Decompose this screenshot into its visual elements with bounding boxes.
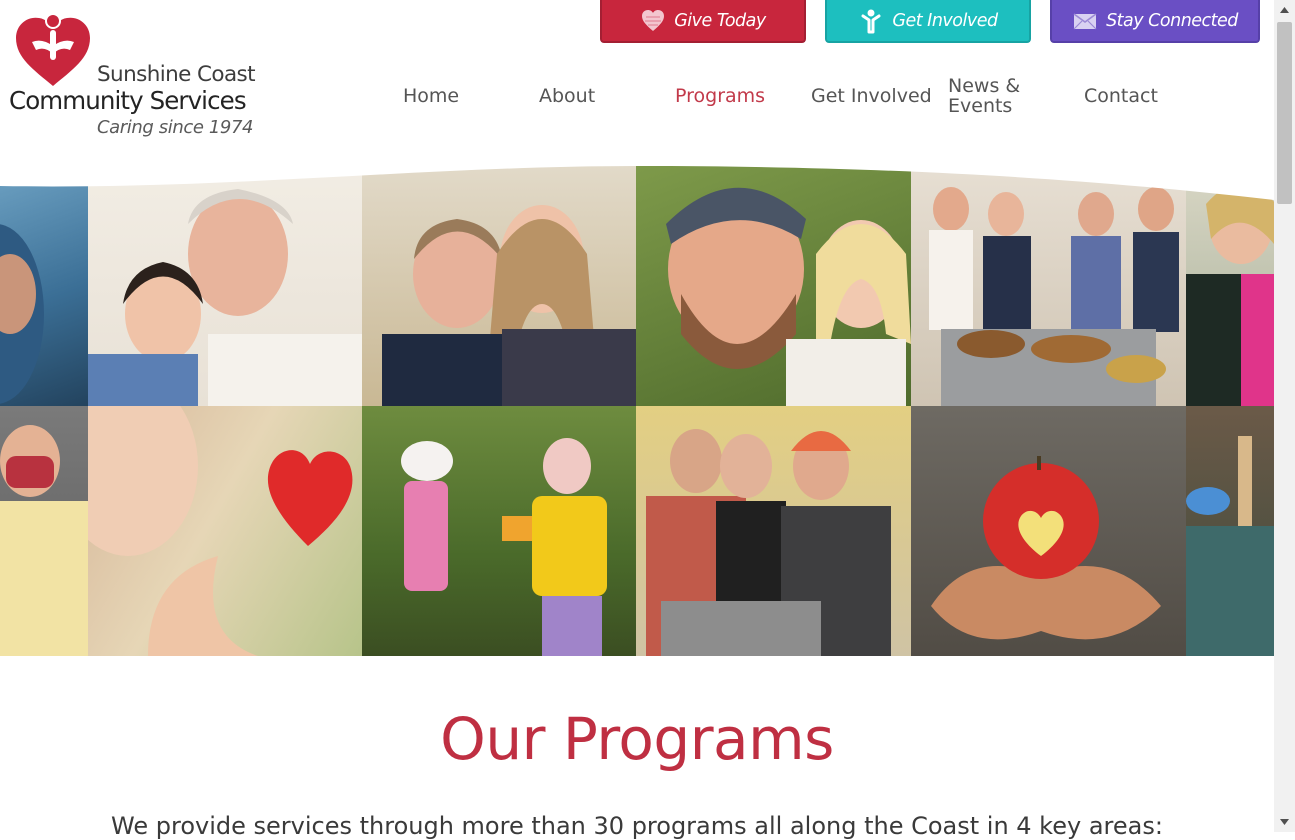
give-today-button[interactable]: Give Today: [600, 0, 806, 43]
nav-about[interactable]: About: [539, 85, 595, 107]
site-logo[interactable]: Sunshine Coast Community Services Caring…: [0, 0, 275, 148]
stay-connected-label: Stay Connected: [1106, 10, 1238, 31]
scroll-thumb[interactable]: [1277, 22, 1292, 204]
nav-home[interactable]: Home: [403, 85, 459, 107]
logo-tagline: Caring since 1974: [97, 117, 254, 138]
stay-connected-button[interactable]: Stay Connected: [1050, 0, 1260, 43]
photo-child-with-heart: [88, 406, 362, 656]
give-today-label: Give Today: [674, 10, 766, 31]
nav-news-events[interactable]: News & Events: [948, 76, 1038, 116]
intro-text: We provide services through more than 30…: [111, 812, 1163, 840]
logo-heart-icon: [16, 13, 90, 86]
get-involved-button[interactable]: Get Involved: [825, 0, 1031, 43]
photo-gardener-gloves: [1186, 406, 1274, 656]
photo-apple-in-hands: [911, 406, 1186, 656]
page-title: Our Programs: [440, 705, 834, 773]
photo-three-youth: [636, 406, 911, 656]
person-icon: [861, 9, 881, 33]
get-involved-label: Get Involved: [892, 10, 998, 31]
chevron-up-icon: [1280, 7, 1289, 13]
page-scrollbar[interactable]: [1274, 0, 1295, 832]
scroll-up-arrow[interactable]: [1274, 0, 1295, 20]
nav-programs[interactable]: Programs: [675, 85, 765, 107]
logo-text-line2: Community Services: [9, 86, 247, 115]
hero-top-wave: [0, 164, 1274, 200]
chevron-down-icon: [1280, 819, 1289, 825]
nav-contact[interactable]: Contact: [1084, 85, 1158, 107]
scroll-down-arrow[interactable]: [1274, 812, 1295, 832]
heart-icon: [642, 9, 665, 31]
hero-photo-collage: [0, 164, 1274, 656]
envelope-icon: [1073, 12, 1097, 29]
logo-text-line1: Sunshine Coast: [97, 62, 256, 87]
nav-get-involved[interactable]: Get Involved: [811, 85, 932, 107]
photo-kids-gardening: [362, 406, 636, 656]
photo-masked-volunteer: [0, 406, 88, 656]
